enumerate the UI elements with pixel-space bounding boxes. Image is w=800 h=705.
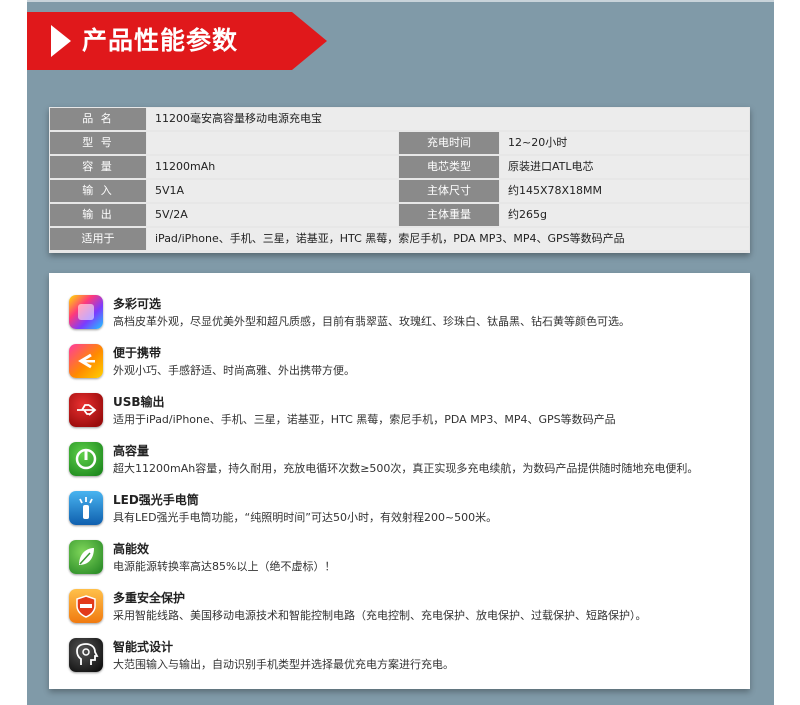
spec-value: 约145X78X18MM xyxy=(500,180,749,202)
feature-item: 高容量 超大11200mAh容量，持久耐用，充放电循环次数≥500次，真正实现多… xyxy=(69,440,739,484)
feature-title: 智能式设计 xyxy=(113,640,174,654)
feature-desc: 高档皮革外观，尽显优美外型和超凡质感，目前有翡翠蓝、玫瑰红、珍珠白、钛晶黑、钻石… xyxy=(113,315,630,328)
feature-title: 高容量 xyxy=(113,444,150,458)
feature-desc: 大范围输入与输出，自动识别手机类型并选择最优充电方案进行充电。 xyxy=(113,658,454,671)
feature-item: USB输出 适用于iPad/iPhone、手机、三星，诺基亚，HTC 黑莓，索尼… xyxy=(69,391,739,435)
spec-row-model: 型 号 充电时间 12~20小时 xyxy=(49,131,750,155)
spec-value: 原装进口ATL电芯 xyxy=(500,156,749,178)
spec-value: 5V1A xyxy=(147,180,398,202)
spec-row-output: 输 出 5V/2A 主体重量 约265g xyxy=(49,203,750,227)
feature-title: USB输出 xyxy=(113,395,165,409)
feature-desc: 电源能源转换率高达85%以上（绝不虚标）！ xyxy=(113,560,336,573)
spec-value: 12~20小时 xyxy=(500,132,749,154)
smart-head-icon xyxy=(69,638,103,672)
leaf-icon xyxy=(69,540,103,574)
section-title: 产品性能参数 xyxy=(82,26,239,55)
spec-value: 11200毫安高容量移动电源充电宝 xyxy=(147,108,749,130)
feature-item: LED强光手电筒 具有LED强光手电筒功能，“纯照明时间”可达50小时，有效射程… xyxy=(69,489,739,533)
spec-row-capacity: 容 量 11200mAh 电芯类型 原装进口ATL电芯 xyxy=(49,155,750,179)
usb-icon xyxy=(69,393,103,427)
play-arrow-icon xyxy=(51,25,71,57)
spec-value xyxy=(147,132,398,154)
spec-value: 5V/2A xyxy=(147,204,398,226)
spec-label: 型 号 xyxy=(50,132,146,154)
power-capacity-icon xyxy=(69,442,103,476)
safety-shield-icon xyxy=(69,589,103,623)
top-divider xyxy=(27,0,774,2)
spec-label: 适用于 xyxy=(50,228,146,250)
feature-desc: 具有LED强光手电筒功能，“纯照明时间”可达50小时，有效射程200~500米。 xyxy=(113,511,498,524)
feature-desc: 外观小巧、手感舒适、时尚高雅、外出携带方便。 xyxy=(113,364,355,377)
feature-item: 多重安全保护 采用智能线路、美国移动电源技术和智能控制电路（充电控制、充电保护、… xyxy=(69,587,739,631)
color-palette-icon xyxy=(69,295,103,329)
feature-item: 便于携带 外观小巧、手感舒适、时尚高雅、外出携带方便。 xyxy=(69,342,739,386)
feature-desc: 超大11200mAh容量，持久耐用，充放电循环次数≥500次，真正实现多充电续航… xyxy=(113,462,699,475)
spec-label: 输 入 xyxy=(50,180,146,202)
spec-label: 电芯类型 xyxy=(399,156,499,178)
feature-desc: 采用智能线路、美国移动电源技术和智能控制电路（充电控制、充电保护、放电保护、过载… xyxy=(113,609,647,622)
spec-table: 品 名 11200毫安高容量移动电源充电宝 型 号 充电时间 12~20小时 容… xyxy=(49,107,750,253)
feature-title: LED强光手电筒 xyxy=(113,493,199,507)
feature-title: 高能效 xyxy=(113,542,150,556)
spec-value: 11200mAh xyxy=(147,156,398,178)
feature-list: 多彩可选 高档皮革外观，尽显优美外型和超凡质感，目前有翡翠蓝、玫瑰红、珍珠白、钛… xyxy=(49,273,750,689)
feature-title: 便于携带 xyxy=(113,346,162,360)
spec-label: 主体重量 xyxy=(399,204,499,226)
feature-item: 高能效 电源能源转换率高达85%以上（绝不虚标）！ xyxy=(69,538,739,582)
feature-item: 智能式设计 大范围输入与输出，自动识别手机类型并选择最优充电方案进行充电。 xyxy=(69,636,739,680)
feature-title: 多重安全保护 xyxy=(113,591,186,605)
feature-title: 多彩可选 xyxy=(113,297,162,311)
portable-icon xyxy=(69,344,103,378)
spec-label: 容 量 xyxy=(50,156,146,178)
spec-row-name: 品 名 11200毫安高容量移动电源充电宝 xyxy=(49,107,750,131)
spec-label: 输 出 xyxy=(50,204,146,226)
feature-item: 多彩可选 高档皮革外观，尽显优美外型和超凡质感，目前有翡翠蓝、玫瑰红、珍珠白、钛… xyxy=(69,293,739,337)
flashlight-icon xyxy=(69,491,103,525)
spec-label: 主体尺寸 xyxy=(399,180,499,202)
spec-value: 约265g xyxy=(500,204,749,226)
feature-desc: 适用于iPad/iPhone、手机、三星，诺基亚，HTC 黑莓，索尼手机，PDA… xyxy=(113,413,616,426)
spec-row-input: 输 入 5V1A 主体尺寸 约145X78X18MM xyxy=(49,179,750,203)
spec-value: iPad/iPhone、手机、三星，诺基亚，HTC 黑莓，索尼手机，PDA MP… xyxy=(147,228,749,250)
spec-label: 充电时间 xyxy=(399,132,499,154)
spec-row-compatible: 适用于 iPad/iPhone、手机、三星，诺基亚，HTC 黑莓，索尼手机，PD… xyxy=(49,227,750,251)
spec-label: 品 名 xyxy=(50,108,146,130)
